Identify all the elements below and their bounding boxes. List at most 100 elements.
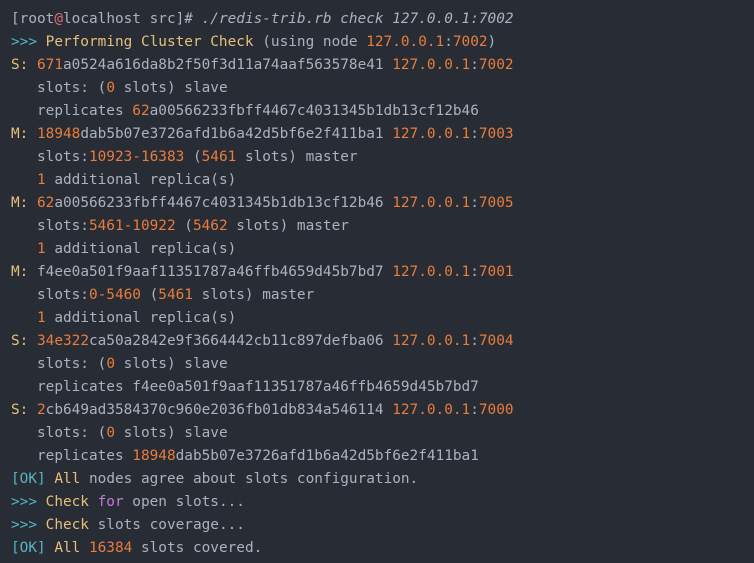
terminal-text-segment: S: (11, 402, 37, 418)
terminal-text-segment: slots: ( (11, 80, 107, 96)
terminal-line: [OK] All 16384 slots covered. (11, 537, 754, 560)
terminal-text-segment: ( (140, 287, 159, 303)
terminal-text-segment: All (54, 540, 89, 556)
terminal-text-segment: 127.0.0.1 (392, 333, 471, 349)
terminal-text-segment: 34e322 (37, 333, 89, 349)
terminal-text-segment: >>> (11, 34, 46, 50)
terminal-text-segment: ca50a2842e9f3664442cb11c897defba06 (88, 333, 393, 349)
terminal-text-segment: slots: (11, 287, 89, 303)
terminal-text-segment: 16384 (88, 540, 133, 556)
terminal-text-segment: slots: ( (11, 425, 107, 441)
terminal-text-segment: 7004 (478, 333, 514, 349)
terminal-text-segment: 5461 (158, 287, 193, 303)
terminal-text-segment: a00566233fbff4467c4031345b1db13cf12b46 (54, 195, 393, 211)
terminal-text-segment: @ (54, 11, 63, 27)
terminal-text-segment: Check (45, 494, 98, 510)
terminal-text-segment: additional replica(s) (45, 310, 237, 326)
terminal-text-segment: S: (11, 333, 37, 349)
terminal-text-segment: All (54, 471, 81, 487)
terminal-text-segment: slots) slave (114, 425, 228, 441)
terminal-line: 1 additional replica(s) (11, 307, 754, 330)
terminal-text-segment: slots) slave (114, 80, 228, 96)
terminal-text-segment: slots: (11, 218, 89, 234)
terminal-text-segment: slots: (11, 149, 89, 165)
terminal-text-segment: additional replica(s) (45, 241, 237, 257)
terminal-text-segment: 62 (132, 103, 150, 119)
terminal-line: S: 671a0524a616da8b2f50f3d11a74aaf563578… (11, 54, 754, 77)
terminal-text-segment: 127.0.0.1 (392, 57, 471, 73)
terminal-text-segment: nodes agree about slots configuration. (80, 471, 419, 487)
terminal-line: slots:5461-10922 (5462 slots) master (11, 215, 754, 238)
terminal-text-segment: 0 (106, 80, 115, 96)
terminal-line: >>> Performing Cluster Check (using node… (11, 31, 754, 54)
terminal-text-segment: cb649ad3584370c960e2036fb01db834a546114 (45, 402, 393, 418)
terminal-line: S: 2cb649ad3584370c960e2036fb01db834a546… (11, 399, 754, 422)
terminal-text-segment: 127.0.0.1 (392, 126, 471, 142)
terminal-text-segment: additional replica(s) (45, 172, 237, 188)
terminal-line: slots: (0 slots) slave (11, 422, 754, 445)
terminal-text-segment: : (470, 333, 479, 349)
terminal-text-segment: Check (45, 517, 89, 533)
terminal-text-segment: replicates f4ee0a501f9aaf11351787a46ffb4… (11, 379, 479, 395)
terminal-text-segment: 127.0.0.1 (366, 34, 445, 50)
terminal-text-segment: localhost src] (63, 11, 185, 27)
terminal-text-segment: 18948 (37, 126, 81, 142)
terminal-text-segment: 1 (37, 310, 46, 326)
terminal-text-segment: : (470, 57, 479, 73)
terminal-text-segment: open slots... (123, 494, 245, 510)
terminal-text-segment: slots covered. (132, 540, 263, 556)
terminal-output[interactable]: [root@localhost src]# ./redis-trib.rb ch… (0, 0, 754, 563)
terminal-text-segment: Performing Cluster Check (45, 34, 254, 50)
terminal-line: [root@localhost src]# ./redis-trib.rb ch… (11, 8, 754, 31)
terminal-text-segment: 2 (37, 402, 46, 418)
terminal-text-segment: dab5b07e3726afd1b6a42d5bf6e2f411ba1 (175, 448, 479, 464)
terminal-text-segment: >>> (11, 494, 46, 510)
terminal-text-segment: [root (11, 11, 55, 27)
terminal-text-segment: # ./redis-trib.rb check 127.0.0.1:7002 (184, 11, 514, 27)
terminal-text-segment: 5461 (201, 149, 237, 165)
terminal-text-segment: 127.0.0.1 (392, 264, 471, 280)
terminal-text-segment: (using node (253, 34, 367, 50)
terminal-line: M: 18948dab5b07e3726afd1b6a42d5bf6e2f411… (11, 123, 754, 146)
terminal-text-segment: 7002 (452, 34, 488, 50)
terminal-text-segment: : (470, 402, 479, 418)
terminal-text-segment: 62 (37, 195, 55, 211)
terminal-text-segment: 7003 (478, 126, 514, 142)
terminal-text-segment: slots coverage... (88, 517, 245, 533)
terminal-text-segment: M: (11, 264, 37, 280)
terminal-line: 1 additional replica(s) (11, 238, 754, 261)
terminal-text-segment: 18948 (132, 448, 176, 464)
terminal-text-segment: 0-5460 (88, 287, 141, 303)
terminal-text-segment: 7005 (478, 195, 514, 211)
terminal-text-segment: 0 (106, 425, 115, 441)
terminal-line: slots:0-5460 (5461 slots) master (11, 284, 754, 307)
terminal-text-segment: 5461-10922 (88, 218, 176, 234)
terminal-text-segment: 127.0.0.1 (392, 402, 471, 418)
terminal-line: replicates f4ee0a501f9aaf11351787a46ffb4… (11, 376, 754, 399)
terminal-text-segment: 1 (37, 241, 46, 257)
terminal-text-segment: 7001 (478, 264, 514, 280)
terminal-text-segment: slots) master (192, 287, 315, 303)
terminal-text-segment: 7000 (478, 402, 514, 418)
terminal-text-segment: M: (11, 195, 37, 211)
terminal-line: replicates 62a00566233fbff4467c4031345b1… (11, 100, 754, 123)
terminal-text-segment: : (444, 34, 453, 50)
terminal-text-segment: 127.0.0.1 (392, 195, 471, 211)
terminal-line: slots:10923-16383 (5461 slots) master (11, 146, 754, 169)
terminal-line: M: f4ee0a501f9aaf11351787a46ffb4659d45b7… (11, 261, 754, 284)
terminal-text-segment: ( (175, 218, 193, 234)
terminal-text-segment: S: (11, 57, 37, 73)
terminal-text-segment: a00566233fbff4467c4031345b1db13cf12b46 (149, 103, 479, 119)
terminal-text-segment: slots) slave (114, 356, 228, 372)
terminal-text-segment: M: (11, 126, 37, 142)
terminal-text-segment: 1 (37, 172, 46, 188)
terminal-text-segment: f4ee0a501f9aaf11351787a46ffb4659d45b7bd7 (37, 264, 393, 280)
terminal-text-segment: replicates (11, 103, 133, 119)
terminal-text-segment: : (470, 126, 479, 142)
terminal-line: replicates 18948dab5b07e3726afd1b6a42d5b… (11, 445, 754, 468)
terminal-text-segment: 671 (37, 57, 63, 73)
terminal-text-segment: >>> (11, 517, 46, 533)
terminal-line: 1 additional replica(s) (11, 169, 754, 192)
